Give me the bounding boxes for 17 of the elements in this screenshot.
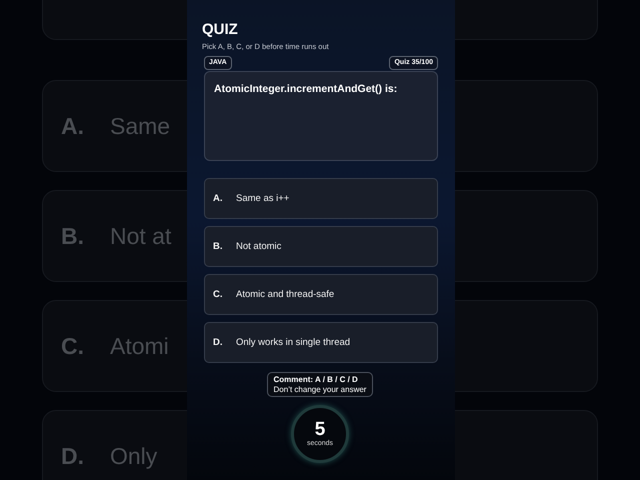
answer-option[interactable]: B. Not atomic	[204, 226, 438, 268]
comment-note: Don’t change your answer	[274, 384, 366, 394]
option-text: Not at	[110, 222, 172, 251]
answer-option[interactable]: D. Only works in single thread	[204, 322, 438, 364]
comment-title: Comment: A / B / C / D	[274, 375, 359, 385]
answer-option[interactable]: A. Same as i++	[204, 178, 438, 220]
option-text: Atomi	[110, 332, 169, 361]
option-letter: A.	[61, 112, 84, 141]
option-letter: D.	[61, 442, 84, 471]
answer-option[interactable]: C. Atomic and thread-safe	[204, 274, 438, 316]
option-text: Same	[110, 112, 170, 141]
timer-value: 5	[314, 420, 326, 439]
question-text: AtomicInteger.incrementAndGet() is:	[214, 83, 398, 96]
option-text: Only	[110, 442, 158, 471]
quiz-title: QUIZ	[202, 22, 239, 38]
option-letter: B.	[61, 222, 84, 251]
option-letter: C.	[61, 332, 84, 361]
